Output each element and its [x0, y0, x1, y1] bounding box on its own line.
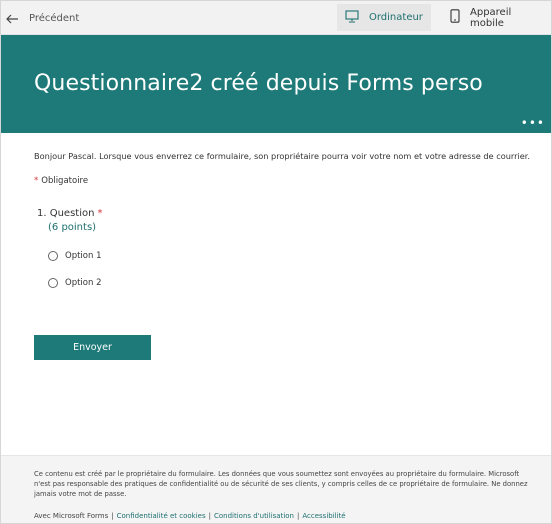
- radio-button-option-2[interactable]: [48, 278, 58, 288]
- option-1[interactable]: Option 1: [48, 249, 101, 263]
- option-1-label: Option 1: [65, 251, 102, 261]
- radio-button-option-1[interactable]: [48, 251, 58, 261]
- footer-disclaimer: Ce contenu est créé par le propriétaire …: [34, 470, 528, 498]
- submit-button[interactable]: Envoyer: [34, 335, 151, 360]
- mobile-view-button[interactable]: Appareil mobile: [442, 4, 551, 31]
- phone-icon: [450, 8, 460, 27]
- footer-brand: Avec Microsoft Forms: [34, 512, 109, 520]
- back-label: Précédent: [29, 12, 80, 24]
- desktop-view-label: Ordinateur: [369, 12, 423, 23]
- accessibility-link[interactable]: Accessibilité: [302, 512, 345, 520]
- privacy-link[interactable]: Confidentialité et cookies: [117, 512, 206, 520]
- footer-links: Avec Microsoft Forms | Confidentialité et …: [34, 512, 346, 520]
- required-label: Obligatoire: [41, 176, 89, 186]
- more-options-icon[interactable]: •••: [521, 117, 545, 129]
- footer-separator: |: [111, 512, 114, 520]
- footer-separator: |: [297, 512, 300, 520]
- question-points: (6 points): [48, 222, 97, 233]
- desktop-view-button[interactable]: Ordinateur: [337, 4, 431, 31]
- footer: Ce contenu est créé par le propriétaire …: [1, 455, 551, 523]
- form-intro-text: Bonjour Pascal. Lorsque vous enverrez ce…: [34, 151, 531, 161]
- form-title: Questionnaire2 créé depuis Forms perso: [34, 71, 483, 96]
- forms-page: Précédent Ordinateur Appareil mobile Que…: [0, 0, 552, 524]
- form-header-banner: Questionnaire2 créé depuis Forms perso •…: [1, 35, 551, 133]
- monitor-icon: [345, 8, 359, 27]
- footer-separator: |: [208, 512, 211, 520]
- question-required-asterisk: *: [97, 208, 103, 219]
- required-asterisk: *: [34, 176, 39, 186]
- question-title: 1. Question *: [37, 208, 102, 219]
- mobile-view-label: Appareil mobile: [470, 6, 512, 29]
- terms-link[interactable]: Conditions d'utilisation: [214, 512, 294, 520]
- option-2[interactable]: Option 2: [48, 276, 101, 290]
- option-2-label: Option 2: [65, 278, 102, 288]
- back-button[interactable]: Précédent: [5, 7, 79, 29]
- question-label: 1. Question: [37, 208, 95, 219]
- required-note: * Obligatoire: [34, 176, 88, 186]
- top-toolbar: Précédent Ordinateur Appareil mobile: [1, 1, 551, 35]
- arrow-left-icon: [5, 11, 19, 25]
